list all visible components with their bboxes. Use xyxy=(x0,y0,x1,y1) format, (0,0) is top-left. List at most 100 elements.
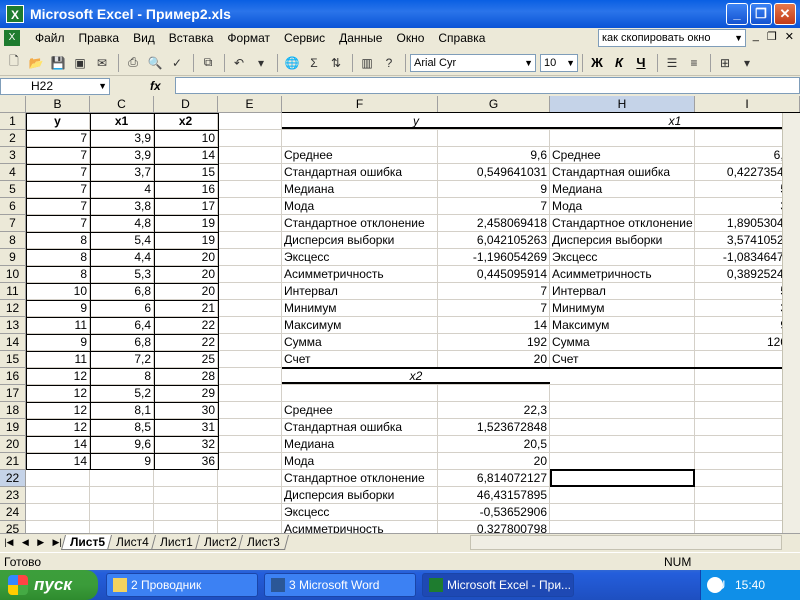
row-header[interactable]: 23 xyxy=(0,487,26,504)
workbook-icon[interactable]: X xyxy=(4,30,20,46)
table-cell[interactable]: 7 xyxy=(26,164,89,180)
stats-label[interactable]: Стандартное отклонение xyxy=(282,215,437,231)
table-cell[interactable]: 8 xyxy=(26,232,89,248)
table-cell[interactable]: 7 xyxy=(26,198,89,214)
table-cell[interactable]: 14 xyxy=(26,436,89,452)
table-cell[interactable]: 6,8 xyxy=(90,334,153,350)
restore-button[interactable]: ❐ xyxy=(750,3,772,25)
table-cell[interactable]: 14 xyxy=(154,147,217,163)
row-header[interactable]: 20 xyxy=(0,436,26,453)
table-cell[interactable]: 8,1 xyxy=(90,402,153,418)
workbook-minimize-icon[interactable]: _ xyxy=(753,30,759,43)
stats-value[interactable]: 22,3 xyxy=(438,402,549,418)
table-cell[interactable]: 6,4 xyxy=(90,317,153,333)
select-all-corner[interactable] xyxy=(0,96,26,113)
table-cell[interactable]: 36 xyxy=(154,453,217,469)
stats-value[interactable]: 9 xyxy=(438,181,549,197)
row-header[interactable]: 21 xyxy=(0,453,26,470)
row-header[interactable]: 25 xyxy=(0,521,26,533)
stats-label[interactable]: Медиана xyxy=(282,181,437,197)
table-cell[interactable]: 7 xyxy=(26,181,89,197)
stats-value[interactable]: 2,458069418 xyxy=(438,215,549,231)
table-cell[interactable]: 17 xyxy=(154,198,217,214)
table-cell[interactable]: 19 xyxy=(154,215,217,231)
menu-window[interactable]: Окно xyxy=(389,31,431,45)
table-cell[interactable]: 6,8 xyxy=(90,283,153,299)
underline-button[interactable]: Ч xyxy=(631,53,651,73)
row-header[interactable]: 9 xyxy=(0,249,26,266)
table-cell[interactable]: 8,5 xyxy=(90,419,153,435)
column-header-d[interactable]: D xyxy=(154,96,218,113)
sort-icon[interactable]: ⇅ xyxy=(326,53,346,73)
name-box[interactable]: H22 ▼ xyxy=(0,77,110,95)
column-header-b[interactable]: B xyxy=(26,96,90,113)
table-cell[interactable]: 29 xyxy=(154,385,217,401)
table-header[interactable]: x1 xyxy=(90,113,153,129)
chevron-down-icon[interactable]: ▼ xyxy=(98,79,107,94)
hyperlink-icon[interactable]: 🌐 xyxy=(282,53,302,73)
minimize-button[interactable]: _ xyxy=(726,3,748,25)
borders-icon[interactable]: ⊞ xyxy=(715,53,735,73)
permission-icon[interactable]: ▣ xyxy=(70,53,90,73)
stats-label[interactable]: Стандартная ошибка xyxy=(282,419,437,435)
stats-value[interactable]: 0,445095914 xyxy=(438,266,549,282)
row-header[interactable]: 24 xyxy=(0,504,26,521)
stats-label[interactable]: Асимметричность xyxy=(282,266,437,282)
close-button[interactable]: ✕ xyxy=(774,3,796,25)
table-cell[interactable]: 8 xyxy=(26,249,89,265)
prev-sheet-icon[interactable]: ◀ xyxy=(22,537,29,548)
stats-label[interactable]: Дисперсия выборки xyxy=(550,232,694,248)
stats-value[interactable]: -0,53652906 xyxy=(438,504,549,520)
tab-sheet1[interactable]: Лист1 xyxy=(150,534,202,550)
table-cell[interactable]: 5,3 xyxy=(90,266,153,282)
help-search-box[interactable]: как скопировать окно ▼ xyxy=(598,29,746,47)
table-cell[interactable]: 8 xyxy=(26,266,89,282)
stats-label[interactable]: Мода xyxy=(282,198,437,214)
stats-value[interactable]: 7 xyxy=(438,198,549,214)
row-header[interactable]: 14 xyxy=(0,334,26,351)
table-cell[interactable]: 6 xyxy=(90,300,153,316)
stats-label[interactable]: Счет xyxy=(550,351,694,367)
stats-label[interactable]: Максимум xyxy=(550,317,694,333)
table-cell[interactable]: 12 xyxy=(26,368,89,384)
table-cell[interactable]: 3,8 xyxy=(90,198,153,214)
preview-icon[interactable]: 🔍 xyxy=(145,53,165,73)
stats-label[interactable]: Медиана xyxy=(550,181,694,197)
stats-label[interactable]: Среднее xyxy=(550,147,694,163)
stats-label[interactable]: Эксцесс xyxy=(282,249,437,265)
table-cell[interactable]: 4 xyxy=(90,181,153,197)
first-sheet-icon[interactable]: |◀ xyxy=(4,537,13,548)
stats-label[interactable]: Стандартная ошибка xyxy=(282,164,437,180)
stats-label[interactable]: Интервал xyxy=(550,283,694,299)
table-cell[interactable]: 19 xyxy=(154,232,217,248)
tab-sheet4[interactable]: Лист4 xyxy=(107,534,158,550)
stats-label[interactable]: Минимум xyxy=(282,300,437,316)
table-cell[interactable]: 22 xyxy=(154,334,217,350)
table-cell[interactable]: 14 xyxy=(26,453,89,469)
table-cell[interactable]: 16 xyxy=(154,181,217,197)
table-header[interactable]: y xyxy=(26,113,89,129)
column-header-i[interactable]: I xyxy=(695,96,800,113)
task-explorer[interactable]: 2 Проводник xyxy=(106,573,258,597)
redo-icon[interactable]: ▾ xyxy=(251,53,271,73)
table-cell[interactable]: 10 xyxy=(154,130,217,146)
stats-value[interactable]: 9,6 xyxy=(438,147,549,163)
new-icon[interactable]: 🗋 xyxy=(4,53,24,73)
table-cell[interactable]: 3,9 xyxy=(90,147,153,163)
stats-label[interactable]: Мода xyxy=(550,198,694,214)
stats-value[interactable]: 0,549641031 xyxy=(438,164,549,180)
table-cell[interactable]: 9,6 xyxy=(90,436,153,452)
stats-value[interactable]: 7 xyxy=(438,300,549,316)
stats-label[interactable]: Минимум xyxy=(550,300,694,316)
row-header[interactable]: 19 xyxy=(0,419,26,436)
stats-label[interactable]: Эксцесс xyxy=(550,249,694,265)
stats-label[interactable]: Счет xyxy=(282,351,437,367)
row-header[interactable]: 4 xyxy=(0,164,26,181)
start-button[interactable]: пуск xyxy=(0,570,98,600)
stats-label[interactable]: Среднее xyxy=(282,147,437,163)
row-header[interactable]: 3 xyxy=(0,147,26,164)
toolbar-options-icon[interactable]: ▾ xyxy=(737,53,757,73)
stats-label[interactable]: Эксцесс xyxy=(282,504,437,520)
align-left-icon[interactable]: ☰ xyxy=(662,53,682,73)
stats-value[interactable]: 192 xyxy=(438,334,549,350)
